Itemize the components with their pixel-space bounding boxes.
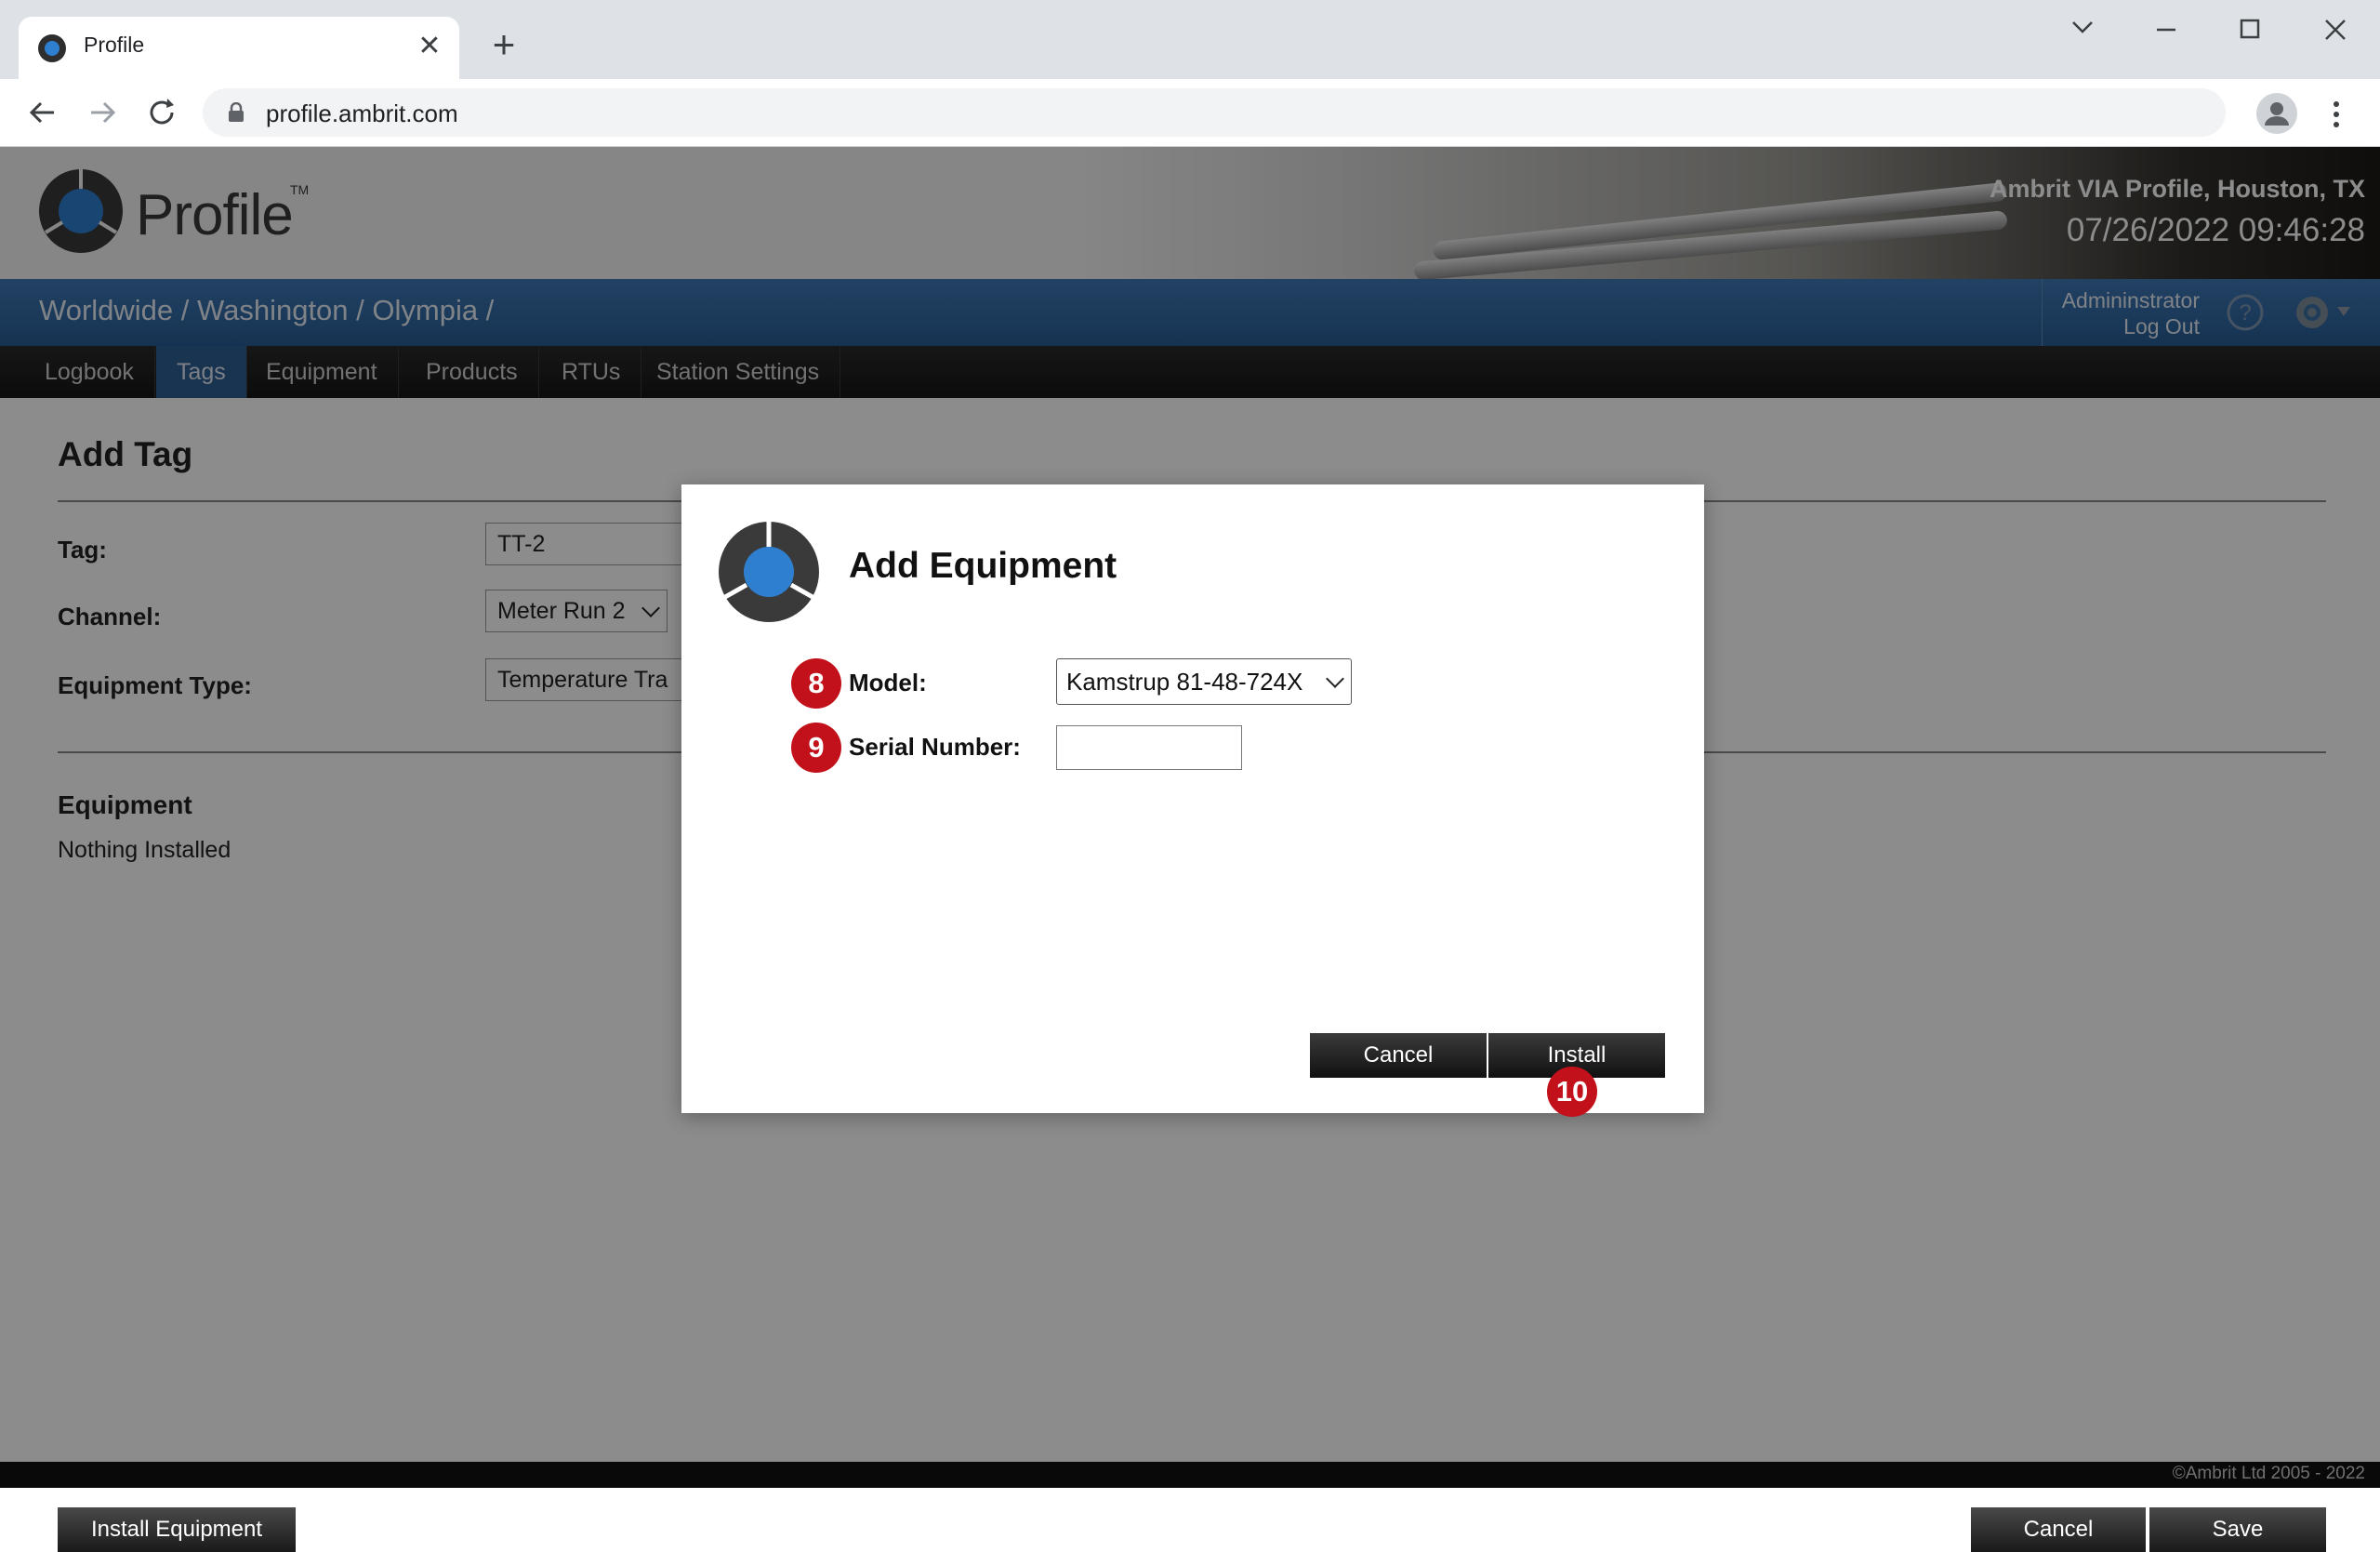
dialog-title: Add Equipment xyxy=(849,546,1117,586)
tab-title: Profile xyxy=(84,33,145,57)
serial-number-label: Serial Number: xyxy=(849,733,1021,761)
maximize-icon[interactable] xyxy=(2222,11,2278,48)
step-badge: 9 xyxy=(791,723,841,773)
profile-favicon-icon xyxy=(38,34,66,62)
forward-arrow-icon[interactable] xyxy=(80,90,125,135)
browser-menu-icon[interactable] xyxy=(2322,96,2350,133)
dialog-cancel-button[interactable]: Cancel xyxy=(1310,1033,1487,1078)
browser-tab[interactable]: Profile ✕ xyxy=(19,17,459,79)
back-arrow-icon[interactable] xyxy=(20,90,65,135)
save-button[interactable]: Save xyxy=(2149,1507,2326,1552)
install-equipment-button[interactable]: Install Equipment xyxy=(58,1507,296,1552)
tab-search-chevron-icon[interactable] xyxy=(2055,11,2110,48)
step-badge: 10 xyxy=(1547,1067,1597,1117)
minimize-icon[interactable] xyxy=(2138,11,2194,48)
model-select[interactable]: Kamstrup 81-48-724X xyxy=(1056,658,1352,705)
profile-logo-icon xyxy=(719,522,819,622)
step-badge: 8 xyxy=(791,658,841,709)
tab-close-icon[interactable]: ✕ xyxy=(413,30,446,63)
model-label: Model: xyxy=(849,669,927,696)
reload-icon[interactable] xyxy=(139,90,184,135)
new-tab-button[interactable]: + xyxy=(483,25,524,67)
add-equipment-dialog: Add Equipment 8 Model: Kamstrup 81-48-72… xyxy=(681,484,1704,1117)
lock-icon xyxy=(229,102,244,122)
address-bar-row: profile.ambrit.com xyxy=(0,79,2380,147)
serial-number-input[interactable] xyxy=(1056,725,1242,770)
account-icon[interactable] xyxy=(2256,93,2297,134)
chevron-down-icon xyxy=(1326,670,1344,688)
model-select-value: Kamstrup 81-48-724X xyxy=(1066,668,1303,696)
omnibox[interactable]: profile.ambrit.com xyxy=(203,88,2226,137)
browser-tab-strip: Profile ✕ + xyxy=(0,0,2380,79)
cancel-button[interactable]: Cancel xyxy=(1971,1507,2146,1552)
url-text: profile.ambrit.com xyxy=(266,99,458,127)
close-window-icon[interactable] xyxy=(2307,11,2363,48)
